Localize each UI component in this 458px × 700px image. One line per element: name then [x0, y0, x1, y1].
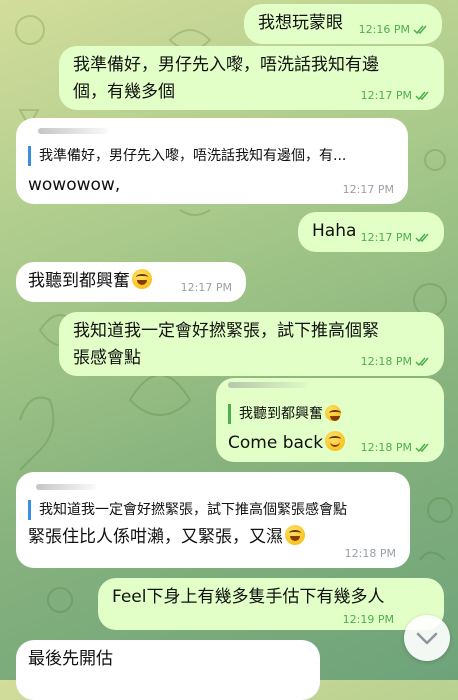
message-text: Come back [228, 433, 324, 453]
grinning-squinting-face-emoji [132, 269, 152, 289]
message-bubble-outgoing[interactable]: Haha 12:17 PM [298, 212, 444, 252]
message-text-with-emoji: 我聽到都興奮 [28, 268, 152, 295]
message-timestamp: 12:18 PM [361, 442, 430, 454]
reply-quote[interactable]: 我聽到都興奮 [228, 404, 429, 424]
reply-quote[interactable]: 我準備好，男仔先入嚟，唔洗話我知有邊個，有... [28, 146, 399, 166]
grinning-squinting-face-emoji [325, 405, 341, 421]
reply-quote[interactable]: 我知道我一定會好撚緊張，試下推高個緊張感會點 [28, 500, 409, 520]
message-text-line: 個，有幾多個 [73, 82, 175, 102]
quote-author-redacted [228, 382, 308, 388]
message-text: 我想玩蒙眼 [258, 13, 343, 33]
message-bubble-incoming[interactable]: 最後先開估 [16, 640, 320, 700]
message-text-with-emoji: 緊張住比人係咁瀨，又緊張，又濕 [28, 524, 305, 551]
double-check-icon [415, 443, 429, 452]
message-bubble-outgoing[interactable]: Feel下身上有幾多隻手估下有幾多人 12:19 PM [98, 578, 444, 630]
message-timestamp: 12:19 PM [342, 613, 394, 626]
quote-author-redacted [36, 484, 96, 490]
scroll-to-bottom-button[interactable] [404, 615, 450, 661]
double-check-icon [415, 233, 429, 242]
message-text: Feel下身上有幾多隻手估下有幾多人 [112, 587, 385, 607]
message-bubble-outgoing[interactable]: 我聽到都興奮 Come back 12:18 PM [216, 378, 444, 462]
message-text: Haha [312, 221, 357, 241]
message-text-line: 我知道我一定會好撚緊張，試下推高個緊 [73, 321, 379, 341]
message-timestamp: 12:17 PM [361, 232, 430, 244]
message-bubble-outgoing[interactable]: 我準備好，男仔先入嚟，唔洗話我知有邊 個，有幾多個 12:17 PM [59, 46, 444, 110]
message-bubble-incoming[interactable]: 我準備好，男仔先入嚟，唔洗話我知有邊個，有... wowowow, 12:17 … [16, 118, 408, 204]
message-timestamp: 12:18 PM [344, 547, 396, 560]
message-timestamp: 12:17 PM [361, 90, 430, 102]
message-text-line: 張感會點 [73, 348, 141, 368]
message-text: 緊張住比人係咁瀨，又緊張，又濕 [28, 527, 283, 547]
chevron-down-icon [416, 632, 438, 645]
double-check-icon [415, 357, 429, 366]
message-bubble-incoming[interactable]: 我聽到都興奮 12:17 PM [16, 262, 246, 302]
message-text: 最後先開估 [28, 649, 113, 669]
message-timestamp: 12:16 PM [359, 24, 428, 36]
message-timestamp: 12:17 PM [342, 183, 394, 196]
double-check-icon [415, 91, 429, 100]
message-bubble-outgoing[interactable]: 我想玩蒙眼 12:16 PM [244, 4, 442, 44]
double-check-icon [413, 25, 427, 34]
message-text: 我聽到都興奮 [28, 271, 130, 291]
message-bubble-incoming[interactable]: 我知道我一定會好撚緊張，試下推高個緊張感會點 緊張住比人係咁瀨，又緊張，又濕 1… [16, 472, 410, 568]
message-timestamp: 12:18 PM [361, 356, 430, 368]
message-text-with-emoji: Come back [228, 430, 346, 457]
winking-face-emoji [325, 431, 346, 451]
message-text-line: 我準備好，男仔先入嚟，唔洗話我知有邊 [73, 55, 379, 75]
message-text: wowowow, [28, 175, 121, 195]
grinning-squinting-face-emoji [285, 525, 305, 545]
quote-author-redacted [38, 128, 108, 134]
quote-text: 我聽到都興奮 [239, 406, 323, 422]
message-timestamp: 12:17 PM [180, 281, 232, 294]
message-bubble-outgoing[interactable]: 我知道我一定會好撚緊張，試下推高個緊 張感會點 12:18 PM [59, 312, 444, 376]
